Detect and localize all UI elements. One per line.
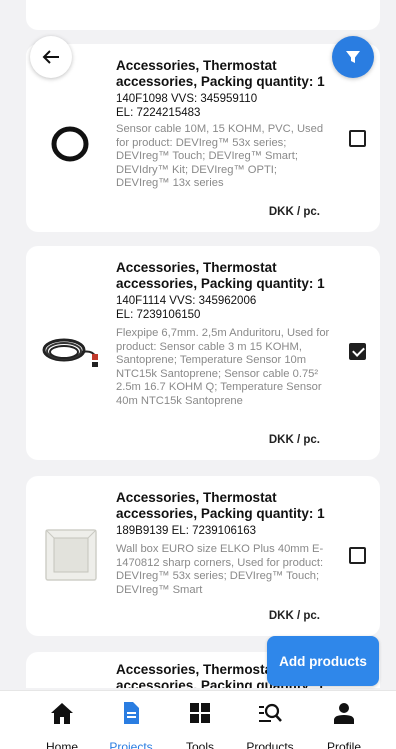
product-image	[40, 330, 102, 379]
bottom-navigation: Home Projects Tools Products Profile	[0, 690, 396, 749]
filter-button[interactable]	[332, 36, 374, 78]
sensor-cable-coil-image	[51, 126, 89, 162]
product-title: Accessories, Thermostat accessories, Pac…	[116, 58, 325, 89]
product-price: DKK / pc.	[268, 434, 320, 446]
add-products-button[interactable]: Add products	[267, 636, 379, 686]
product-codes: 140F1098 VVS: 345959110 EL: 7224215483	[116, 92, 336, 120]
filter-icon	[346, 51, 360, 63]
product-description: Sensor cable 10M, 15 KOHM, PVC, Used for…	[116, 123, 324, 190]
nav-label: Home	[45, 740, 78, 749]
select-checkbox[interactable]	[349, 343, 366, 360]
nav-label: Products	[246, 740, 294, 749]
document-icon	[124, 702, 139, 724]
product-card-partial-top	[26, 0, 380, 30]
wall-box-image	[45, 529, 97, 581]
product-price: DKK / pc.	[268, 206, 320, 218]
product-price: DKK / pc.	[268, 610, 320, 622]
product-description: Flexpipe 6,7mm. 2,5m Anduritoru, Used fo…	[116, 327, 330, 407]
product-card[interactable]: Accessories, Thermostat accessories, Pac…	[26, 246, 380, 460]
flexpipe-coil-image	[42, 338, 98, 367]
product-code-line: EL: 7224215483	[116, 107, 201, 119]
arrow-left-icon	[42, 50, 59, 64]
product-list[interactable]: Accessories, Thermostat accessories, Pac…	[0, 0, 396, 688]
product-code-line: EL: 7239106150	[116, 309, 201, 321]
back-button[interactable]	[30, 36, 72, 78]
nav-item-profile[interactable]: Profile	[308, 691, 380, 749]
product-title: Accessories, Thermostat accessories, Pac…	[116, 490, 325, 521]
nav-label: Projects	[109, 740, 153, 749]
nav-item-products[interactable]: Products	[234, 691, 306, 749]
product-card[interactable]: Accessories, Thermostat accessories, Pac…	[26, 44, 380, 232]
select-checkbox[interactable]	[349, 547, 366, 564]
person-icon	[334, 703, 354, 724]
product-codes: 189B9139 EL: 7239106163	[116, 524, 336, 538]
product-image	[40, 120, 100, 175]
select-checkbox[interactable]	[349, 130, 366, 147]
product-description: Wall box EURO size ELKO Plus 40mm E-1470…	[116, 543, 324, 596]
product-code-line: 189B9139 EL: 7239106163	[116, 525, 257, 537]
nav-item-tools[interactable]: Tools	[164, 691, 236, 749]
product-card[interactable]: Accessories, Thermostat accessories, Pac…	[26, 476, 380, 636]
nav-item-home[interactable]: Home	[26, 691, 98, 749]
nav-label: Tools	[185, 740, 214, 749]
product-code-line: 140F1098 VVS: 345959110	[116, 93, 258, 105]
search-list-icon	[259, 703, 282, 722]
product-code-line: 140F1114 VVS: 345962006	[116, 295, 257, 307]
nav-label: Profile	[326, 740, 361, 749]
nav-item-projects[interactable]: Projects	[95, 691, 167, 749]
product-codes: 140F1114 VVS: 345962006 EL: 7239106150	[116, 294, 336, 322]
product-image	[40, 524, 102, 591]
product-title: Accessories, Thermostat accessories, Pac…	[116, 260, 325, 291]
grid-icon	[190, 703, 210, 723]
home-icon	[51, 703, 73, 724]
